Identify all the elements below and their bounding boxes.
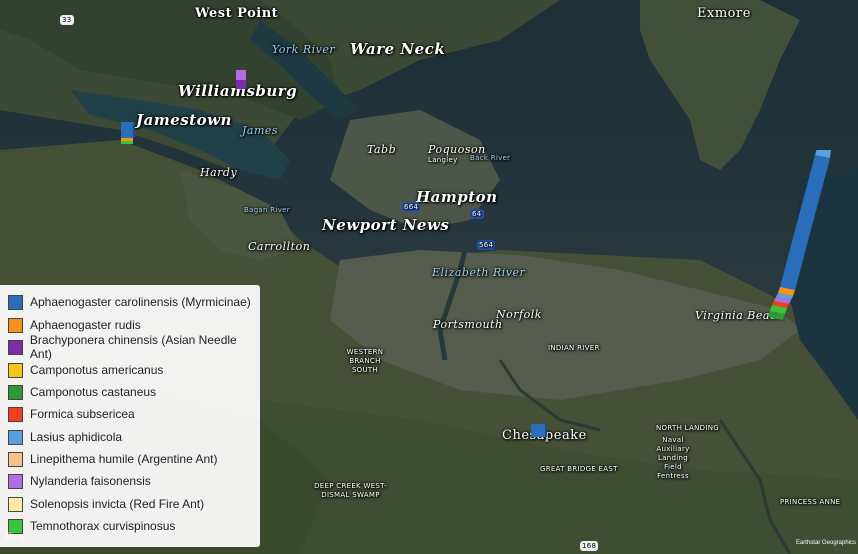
- map-label-exmore: Exmore: [697, 6, 751, 21]
- bing-logo[interactable]: Bing: [6, 531, 24, 541]
- map-label-ware-neck: Ware Neck: [350, 40, 446, 58]
- legend-item[interactable]: Aphaenogaster carolinensis (Myrmicinae): [8, 293, 251, 311]
- map-label-north-landing: NORTH LANDING: [656, 424, 719, 432]
- legend-item-label: Nylanderia faisonensis: [30, 474, 151, 488]
- route-64-shield: 64: [470, 209, 484, 219]
- legend-item[interactable]: Aphaenogaster rudis: [8, 316, 141, 334]
- map-canvas[interactable]: West Point York River Ware Neck Williams…: [0, 0, 858, 554]
- route-33-shield: 33: [60, 15, 74, 25]
- column-segment: [236, 70, 246, 80]
- legend-swatch: [8, 429, 23, 445]
- legend-item[interactable]: Linepithema humile (Argentine Ant): [8, 450, 217, 468]
- map-label-west-point: West Point: [195, 6, 279, 21]
- map-label-hardy: Hardy: [200, 166, 238, 179]
- legend-item[interactable]: Solenopsis invicta (Red Fire Ant): [8, 495, 204, 513]
- legend-swatch: [8, 451, 23, 467]
- map-label-indian-river: INDIAN RIVER: [548, 344, 600, 352]
- legend-item-label: Lasius aphidicola: [30, 430, 123, 444]
- map-label-jamestown: Jamestown: [136, 111, 232, 129]
- map-label-back-river: Back River: [470, 154, 511, 162]
- map-label-great-bridge: GREAT BRIDGE EAST: [540, 465, 618, 473]
- map-label-portsmouth: Portsmouth: [433, 318, 503, 331]
- legend-swatch: [8, 294, 23, 310]
- map-attribution: Earthstar Geographics: [795, 540, 856, 546]
- legend-item[interactable]: Camponotus castaneus: [8, 383, 156, 401]
- legend-item-label: Brachyponera chinensis (Asian Needle Ant…: [29, 333, 237, 361]
- column-segment: [121, 141, 133, 144]
- map-label-james: James: [242, 124, 279, 137]
- legend-item[interactable]: Camponotus americanus: [8, 361, 163, 379]
- map-label-tabb: Tabb: [367, 143, 397, 156]
- legend-item-label: Formica subsericea: [30, 407, 135, 421]
- route-664-shield: 664: [402, 202, 421, 212]
- map-label-york-river: York River: [272, 43, 336, 56]
- map-label-western-branch: WESTERN BRANCH SOUTH: [346, 348, 384, 374]
- legend-item[interactable]: Lasius aphidicola: [8, 428, 122, 446]
- legend-item-label: Temnothorax curvispinosus: [30, 519, 176, 533]
- map-label-carrollton: Carrollton: [248, 240, 311, 253]
- map-label-langley: Langley: [428, 156, 458, 164]
- legend-swatch: [8, 339, 23, 355]
- column-segment: [121, 122, 135, 138]
- legend-panel: Aphaenogaster carolinensis (Myrmicinae) …: [0, 285, 260, 547]
- map-label-bagan-river: Bagan River: [244, 206, 290, 214]
- legend-item[interactable]: Formica subsericea: [8, 405, 135, 423]
- legend-item-label: Aphaenogaster carolinensis (Myrmicinae): [30, 295, 251, 309]
- column-tall-stack: [768, 150, 831, 320]
- map-label-newport-news: Newport News: [322, 216, 450, 234]
- map-label-norfolk: Norfolk: [496, 308, 542, 321]
- legend-item[interactable]: Temnothorax curvispinosus: [8, 517, 175, 535]
- legend-item-label: Solenopsis invicta (Red Fire Ant): [30, 497, 205, 511]
- legend-item-label: Camponotus castaneus: [30, 385, 157, 399]
- map-label-elizabeth-river: Elizabeth River: [432, 266, 526, 279]
- map-label-naval-aux: Naval Auxiliary Landing Field Fentress: [656, 436, 690, 480]
- map-label-princess-anne: PRINCESS ANNE: [780, 498, 841, 506]
- route-168-shield: 168: [580, 541, 599, 551]
- legend-swatch: [8, 384, 23, 400]
- legend-item-label: Camponotus americanus: [30, 363, 164, 377]
- legend-item[interactable]: Nylanderia faisonensis: [8, 472, 151, 490]
- route-564-shield: 564: [477, 240, 496, 250]
- legend-swatch: [8, 317, 23, 333]
- legend-swatch: [8, 496, 23, 512]
- legend-item[interactable]: Brachyponera chinensis (Asian Needle Ant…: [8, 333, 260, 361]
- column-segment: [236, 80, 246, 89]
- legend-swatch: [8, 473, 23, 489]
- legend-item-label: Linepithema humile (Argentine Ant): [30, 452, 218, 466]
- legend-swatch: [8, 406, 23, 422]
- map-label-hampton: Hampton: [416, 188, 498, 206]
- legend-swatch: [8, 362, 23, 378]
- column-segment: [531, 424, 547, 437]
- map-label-deep-creek: DEEP CREEK WEST-DISMAL SWAMP: [314, 482, 387, 499]
- legend-item-label: Aphaenogaster rudis: [30, 318, 141, 332]
